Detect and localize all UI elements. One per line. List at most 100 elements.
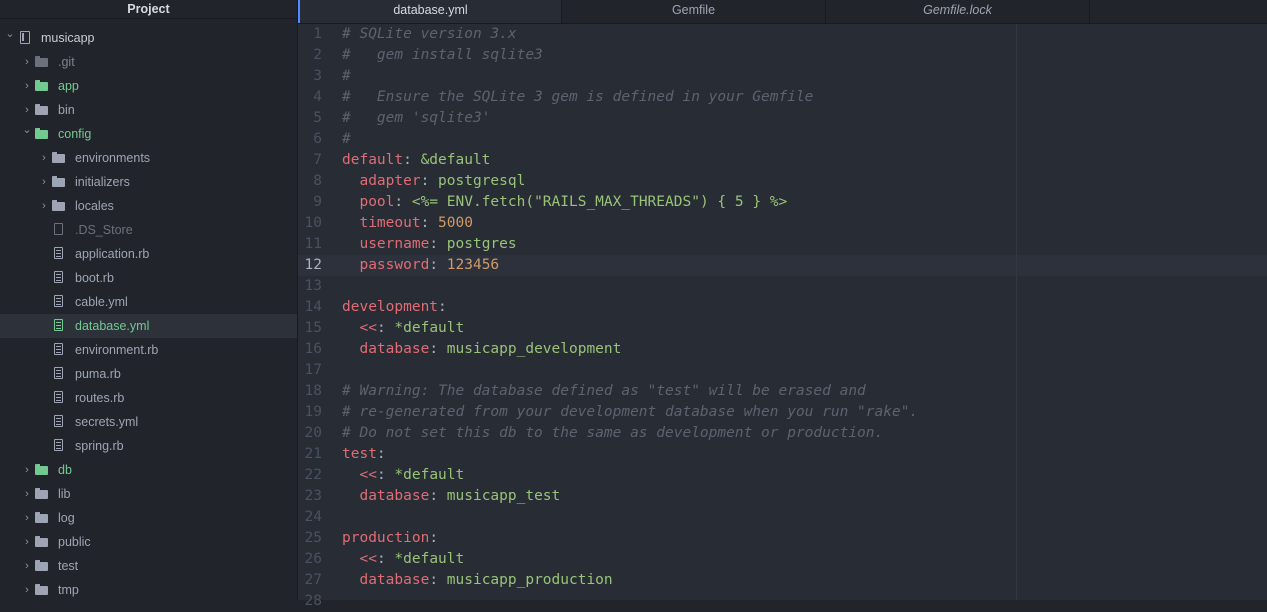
chevron-right-icon[interactable]: ›	[22, 458, 32, 482]
tab-gemfile[interactable]: Gemfile	[562, 0, 826, 23]
tree-item-boot-rb[interactable]: boot.rb	[0, 266, 297, 290]
line-text: # Ensure the SQLite 3 gem is defined in …	[342, 87, 813, 108]
line-number: 25	[304, 530, 322, 546]
code-line[interactable]: 17	[298, 360, 1267, 381]
code-area[interactable]: 1 # SQLite version 3.x 2 # gem install sqli…	[298, 24, 1267, 609]
code-line[interactable]: 16 database: musicapp_development	[298, 339, 1267, 360]
chevron-right-icon[interactable]: ›	[22, 506, 32, 530]
tree-item-database-yml[interactable]: database.yml	[0, 314, 297, 338]
file-text-icon	[54, 439, 63, 451]
tree-item-ds-store[interactable]: .DS_Store	[0, 218, 297, 242]
code-line[interactable]: 27 database: musicapp_production	[298, 570, 1267, 591]
code-token: # Do not set this db to the same as deve…	[342, 425, 884, 441]
tree-item-log[interactable]: › log	[0, 506, 297, 530]
tree-item-lib[interactable]: › lib	[0, 482, 297, 506]
chevron-right-icon[interactable]: ›	[22, 74, 32, 98]
code-line[interactable]: 18 # Warning: The database defined as "te…	[298, 381, 1267, 402]
line-text: # SQLite version 3.x	[342, 24, 517, 45]
code-line[interactable]: 4 # Ensure the SQLite 3 gem is defined in…	[298, 87, 1267, 108]
code-line[interactable]: 2 # gem install sqlite3	[298, 45, 1267, 66]
tree-item-locales[interactable]: › locales	[0, 194, 297, 218]
file-tree: ⌄ musicapp › .git › app › bin ⌄ config › environmen…	[0, 26, 297, 600]
tree-item-app[interactable]: › app	[0, 74, 297, 98]
chevron-down-icon[interactable]: ⌄	[5, 22, 15, 46]
line-text: database: musicapp_development	[342, 339, 621, 360]
tree-item-db[interactable]: › db	[0, 458, 297, 482]
tree-item-public[interactable]: › public	[0, 530, 297, 554]
tab-database-yml[interactable]: database.yml	[298, 0, 562, 23]
code-token: :	[429, 257, 447, 273]
code-line[interactable]: 8 adapter: postgresql	[298, 171, 1267, 192]
code-line[interactable]: 23 database: musicapp_test	[298, 486, 1267, 507]
tree-item-musicapp[interactable]: ⌄ musicapp	[0, 26, 297, 50]
code-line[interactable]: 6 #	[298, 129, 1267, 150]
code-token: timeout	[359, 215, 421, 231]
chevron-right-icon[interactable]: ›	[22, 482, 32, 506]
folder-icon	[35, 512, 48, 523]
line-text: username: postgres	[342, 234, 516, 255]
chevron-right-icon[interactable]: ›	[39, 194, 49, 218]
code-token: *default	[394, 467, 465, 483]
chevron-down-icon[interactable]: ⌄	[22, 118, 32, 142]
code-line[interactable]: 24	[298, 507, 1267, 528]
line-text: # gem install sqlite3	[342, 45, 543, 66]
code-line[interactable]: 22 <<: *default	[298, 465, 1267, 486]
tree-item-git[interactable]: › .git	[0, 50, 297, 74]
code-line[interactable]: 5 # gem 'sqlite3'	[298, 108, 1267, 129]
code-line[interactable]: 14 development:	[298, 297, 1267, 318]
line-text: database: musicapp_production	[342, 570, 612, 591]
tree-item-label: test	[58, 559, 79, 573]
tree-item-label: db	[58, 463, 72, 477]
code-line[interactable]: 13	[298, 276, 1267, 297]
chevron-right-icon[interactable]: ›	[22, 554, 32, 578]
tree-item-spring-rb[interactable]: spring.rb	[0, 434, 297, 458]
code-line[interactable]: 26 <<: *default	[298, 549, 1267, 570]
file-text-icon	[54, 367, 63, 379]
code-token: database	[359, 488, 430, 504]
chevron-right-icon[interactable]: ›	[22, 530, 32, 554]
code-line[interactable]: 25 production:	[298, 528, 1267, 549]
code-line[interactable]: 10 timeout: 5000	[298, 213, 1267, 234]
tree-item-environments[interactable]: › environments	[0, 146, 297, 170]
code-line[interactable]: 19 # re-generated from your development d…	[298, 402, 1267, 423]
code-line[interactable]: 7 default: &default	[298, 150, 1267, 171]
wrap-guide	[1016, 24, 1017, 600]
file-text-icon	[54, 391, 63, 403]
chevron-right-icon[interactable]: ›	[39, 146, 49, 170]
code-line[interactable]: 12 password: 123456	[298, 255, 1267, 276]
line-number: 15	[304, 320, 322, 336]
tree-item-test[interactable]: › test	[0, 554, 297, 578]
code-line[interactable]: 21 test:	[298, 444, 1267, 465]
tree-item-tmp[interactable]: › tmp	[0, 578, 297, 600]
code-line[interactable]: 15 <<: *default	[298, 318, 1267, 339]
tree-item-environment-rb[interactable]: environment.rb	[0, 338, 297, 362]
tree-item-cable-yml[interactable]: cable.yml	[0, 290, 297, 314]
code-token: test	[342, 446, 377, 462]
tree-item-application-rb[interactable]: application.rb	[0, 242, 297, 266]
code-line[interactable]: 20 # Do not set this db to the same as de…	[298, 423, 1267, 444]
code-line[interactable]: 11 username: postgres	[298, 234, 1267, 255]
code-token: :	[429, 341, 447, 357]
line-number: 14	[304, 299, 322, 315]
folder-icon	[52, 176, 65, 187]
code-line[interactable]: 9 pool: <%= ENV.fetch("RAILS_MAX_THREADS…	[298, 192, 1267, 213]
code-line[interactable]: 1 # SQLite version 3.x	[298, 24, 1267, 45]
tree-item-puma-rb[interactable]: puma.rb	[0, 362, 297, 386]
repo-icon	[20, 31, 30, 44]
code-line[interactable]: 3 #	[298, 66, 1267, 87]
code-line[interactable]: 28	[298, 591, 1267, 612]
tree-item-initializers[interactable]: › initializers	[0, 170, 297, 194]
chevron-right-icon[interactable]: ›	[22, 50, 32, 74]
line-text: pool: <%= ENV.fetch("RAILS_MAX_THREADS")…	[342, 192, 787, 213]
chevron-right-icon[interactable]: ›	[22, 578, 32, 600]
tree-item-routes-rb[interactable]: routes.rb	[0, 386, 297, 410]
tab-gemfile-lock[interactable]: Gemfile.lock	[826, 0, 1090, 23]
tree-item-bin[interactable]: › bin	[0, 98, 297, 122]
chevron-right-icon[interactable]: ›	[39, 170, 49, 194]
tree-item-config[interactable]: ⌄ config	[0, 122, 297, 146]
tree-item-secrets-yml[interactable]: secrets.yml	[0, 410, 297, 434]
code-token: musicapp_development	[446, 341, 622, 357]
